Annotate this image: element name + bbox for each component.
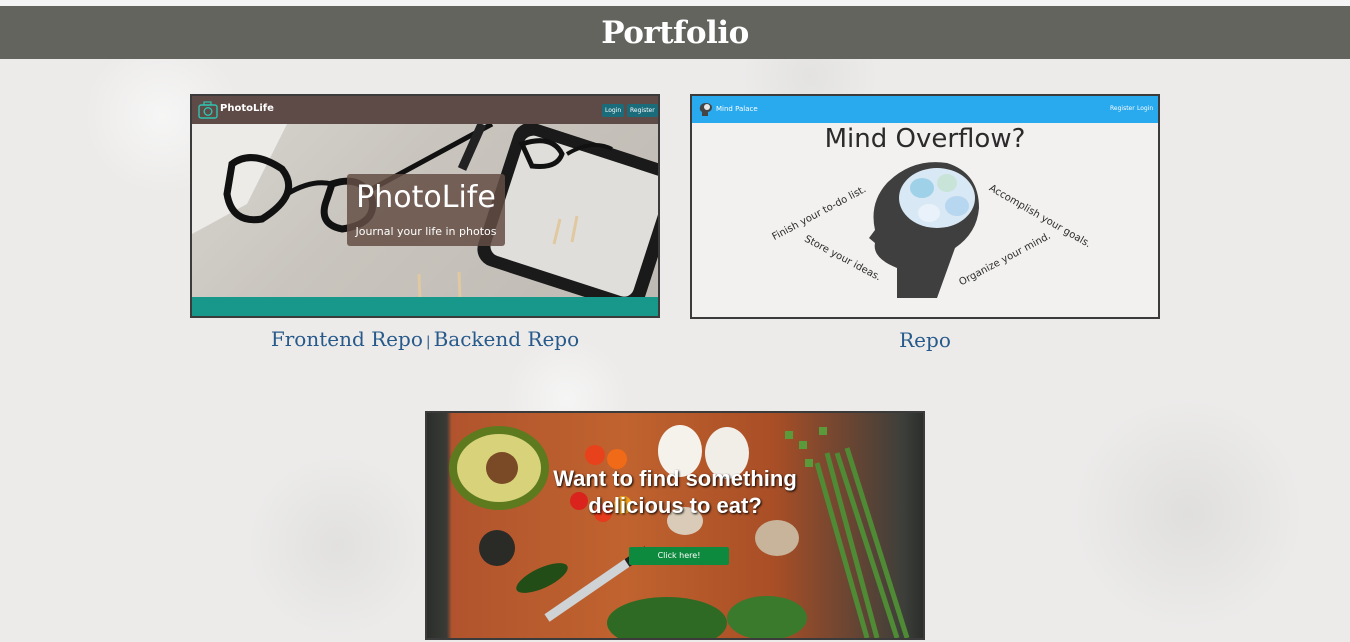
food-finder-title-line2: delicious to eat?	[588, 493, 762, 518]
vegetables-illustration	[449, 425, 910, 638]
photolife-footer-bar	[192, 297, 658, 316]
page-title: Portfolio	[601, 14, 749, 51]
mindpalace-login-link: Login	[1137, 105, 1154, 112]
food-finder-click-here-button: Click here!	[629, 547, 729, 565]
photolife-register-button: Register	[627, 104, 658, 117]
photolife-login-button: Login	[602, 104, 625, 117]
food-finder-title-line1: Want to find something	[553, 466, 797, 491]
photolife-hero-subtitle: Journal your life in photos	[355, 225, 497, 238]
mindpalace-repo-link[interactable]: Repo	[899, 328, 951, 352]
food-finder-preview-card[interactable]: Want to find something delicious to eat?…	[425, 411, 925, 640]
photolife-preview-navbar: PhotoLife Login Register	[192, 96, 658, 124]
food-cutting-board-image	[427, 413, 923, 638]
camera-icon	[198, 101, 218, 119]
photolife-brand: PhotoLife	[220, 103, 274, 114]
mindpalace-hero-title: Mind Overflow?	[824, 124, 1026, 154]
mindpalace-links: Repo	[690, 328, 1160, 352]
photolife-links: Frontend Repo | Backend Repo	[190, 327, 660, 351]
mindpalace-register-link: Register	[1110, 105, 1135, 112]
photolife-hero-title: PhotoLife	[356, 180, 496, 215]
food-finder-hero-title: Want to find something delicious to eat?	[427, 465, 923, 519]
photolife-preview-card[interactable]: PhotoLife Login Register PhotoLife Journ…	[190, 94, 660, 318]
photolife-hero-box: PhotoLife Journal your life in photos	[347, 174, 505, 246]
page-header: Portfolio	[0, 6, 1350, 59]
backend-repo-link[interactable]: Backend Repo	[434, 327, 580, 351]
mindpalace-preview-card[interactable]: Mind Palace Register Login Mind Overflow…	[690, 94, 1160, 319]
frontend-repo-link[interactable]: Frontend Repo	[271, 327, 423, 351]
link-separator: |	[425, 334, 431, 350]
mindpalace-preview-navbar: Mind Palace Register Login	[692, 96, 1158, 123]
brain-icon	[699, 103, 712, 116]
mindpalace-brand: Mind Palace	[716, 105, 758, 113]
